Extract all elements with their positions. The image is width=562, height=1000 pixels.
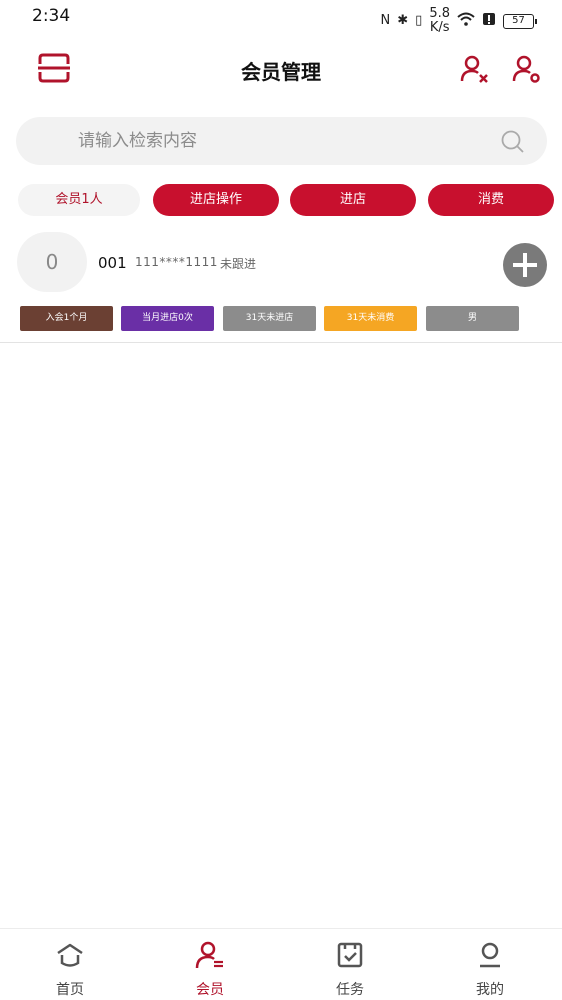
bottom-navigation: 首页 会员 任务 我的 [0, 928, 562, 1000]
search-icon[interactable] [500, 129, 526, 155]
task-icon [337, 942, 363, 968]
bluetooth-icon: ✱ [397, 13, 409, 28]
member-tags: 入会1个月 当月进店0次 31天未进店 31天未消费 男 [0, 306, 562, 332]
wifi-icon [457, 12, 475, 30]
tag-monthly-visits: 当月进店0次 [121, 306, 214, 331]
avatar: 0 [17, 232, 87, 292]
nav-task-label: 任务 [336, 982, 364, 998]
search-input[interactable] [78, 117, 478, 165]
nav-profile-label: 我的 [476, 982, 504, 998]
home-icon [57, 943, 83, 967]
app-header: 会员管理 [0, 38, 562, 100]
battery-indicator: 57 [503, 13, 537, 29]
nav-task[interactable]: 任务 [280, 929, 420, 1000]
tag-days-since-purchase: 31天未消费 [324, 306, 417, 331]
follow-status: 未跟进 [220, 257, 257, 271]
member-icon [195, 941, 223, 969]
user-remove-icon[interactable] [460, 54, 490, 84]
member-code: 001 [98, 254, 127, 272]
filter-row: 会员1人 进店操作 进店 消费 [0, 184, 562, 218]
divider [0, 342, 562, 343]
store-visit-button[interactable]: 进店 [290, 184, 416, 216]
network-speed: 5.8 K/s [429, 7, 450, 35]
search-bar [16, 117, 547, 165]
user-settings-icon[interactable] [512, 54, 542, 84]
profile-icon [480, 942, 500, 968]
member-list-item[interactable]: 0 001 111****1111 未跟进 [0, 232, 562, 294]
nfc-icon: N [380, 13, 391, 28]
tag-days-since-visit: 31天未进店 [223, 306, 316, 331]
store-visit-operation-button[interactable]: 进店操作 [153, 184, 279, 216]
consumption-button[interactable]: 消费 [428, 184, 554, 216]
nav-member[interactable]: 会员 [140, 929, 280, 1000]
member-count-chip[interactable]: 会员1人 [18, 184, 140, 216]
vibrate-icon: ▯ [415, 13, 423, 28]
nav-member-label: 会员 [196, 982, 224, 998]
tag-membership-duration: 入会1个月 [20, 306, 113, 331]
status-icons: N ✱ ▯ 5.8 K/s 57 [380, 7, 537, 35]
alert-icon [482, 12, 496, 30]
member-phone: 111****1111 [135, 255, 218, 269]
status-time: 2:34 [32, 6, 71, 26]
nav-home[interactable]: 首页 [0, 929, 140, 1000]
status-bar: 2:34 N ✱ ▯ 5.8 K/s 57 [0, 0, 562, 35]
nav-home-label: 首页 [56, 982, 84, 998]
add-button[interactable] [503, 243, 547, 287]
nav-profile[interactable]: 我的 [420, 929, 560, 1000]
network-speed-unit: K/s [429, 20, 450, 35]
tag-gender: 男 [426, 306, 519, 331]
network-speed-value: 5.8 [429, 6, 450, 21]
member-management-screen: 2:34 N ✱ ▯ 5.8 K/s 57 会员管理 请输入检索内容 会员1人 … [0, 0, 562, 1000]
